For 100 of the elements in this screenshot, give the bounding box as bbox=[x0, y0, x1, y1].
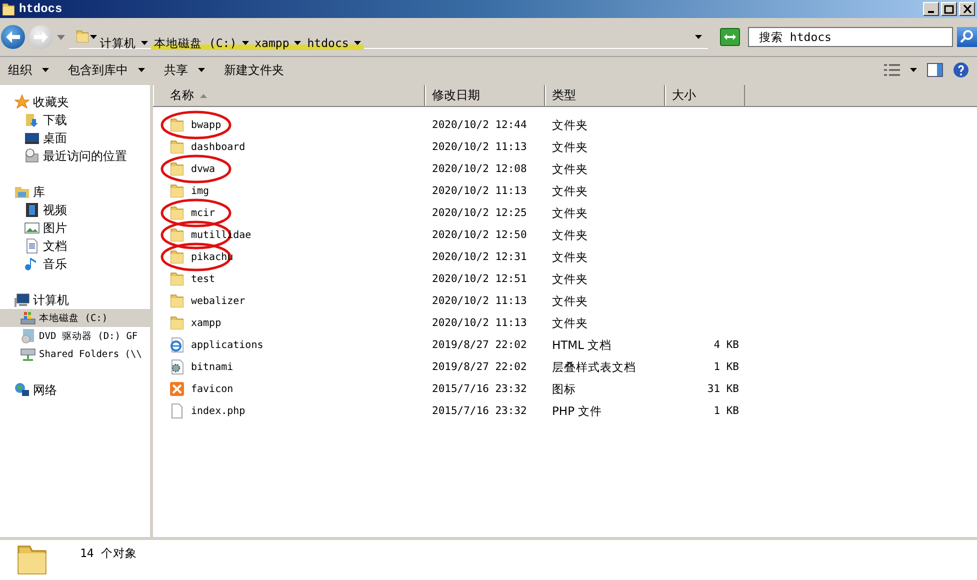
file-name[interactable]: bwapp bbox=[153, 117, 425, 133]
folder-icon bbox=[169, 161, 185, 177]
minimize-button[interactable] bbox=[923, 2, 939, 16]
sidebar-heading[interactable]: 收藏夹 bbox=[0, 93, 150, 111]
file-name[interactable]: bitnami bbox=[153, 359, 425, 375]
folder-icon bbox=[169, 271, 185, 287]
browser-document-icon bbox=[169, 337, 185, 353]
caret-icon bbox=[141, 41, 148, 45]
type-cell-text: 层叠样式表文档 bbox=[551, 360, 637, 374]
sidebar-heading[interactable]: 库 bbox=[0, 183, 150, 201]
back-button[interactable] bbox=[1, 25, 25, 49]
file-name[interactable]: test bbox=[153, 271, 425, 287]
column-header[interactable]: 名称 bbox=[153, 85, 425, 106]
refresh-button[interactable] bbox=[720, 28, 740, 46]
sidebar-item[interactable]: 文档 bbox=[0, 237, 150, 255]
date-cell-text: 2015/7/16 23:32 bbox=[431, 383, 528, 395]
folder-icon bbox=[169, 117, 185, 133]
download-folder-icon bbox=[24, 112, 40, 128]
file-name[interactable]: img bbox=[153, 183, 425, 199]
date-cell-text: 2020/10/2 12:31 bbox=[431, 251, 528, 263]
toolbar-button[interactable]: 组织 bbox=[8, 62, 68, 78]
folder-icon bbox=[169, 249, 185, 265]
type-cell-text: 文件夹 bbox=[551, 316, 589, 330]
file-name[interactable]: xampp bbox=[153, 315, 425, 331]
type-cell-text: 文件夹 bbox=[551, 250, 589, 264]
date-cell-text: 2019/8/27 22:02 bbox=[431, 361, 528, 373]
type-cell-text: 文件夹 bbox=[551, 162, 589, 176]
star-icon bbox=[14, 94, 30, 110]
toolbar-button[interactable]: 新建文件夹 bbox=[224, 62, 303, 78]
folder-icon bbox=[75, 29, 90, 44]
caret-icon bbox=[90, 34, 97, 38]
file-name[interactable]: applications bbox=[153, 337, 425, 353]
logo-icon bbox=[169, 381, 185, 397]
view-list-button[interactable] bbox=[884, 64, 900, 76]
column-header[interactable]: 大小 bbox=[665, 85, 745, 106]
size-cell-text: 31 KB bbox=[706, 383, 740, 395]
sidebar-item[interactable]: DVD 驱动器 (D:) GF bbox=[0, 327, 150, 345]
status-text: 14 个对象 bbox=[80, 546, 137, 561]
file-name[interactable]: index.php bbox=[153, 403, 425, 419]
refresh-arrows-icon bbox=[723, 32, 737, 42]
file-name[interactable]: dashboard bbox=[153, 139, 425, 155]
column-header[interactable]: 类型 bbox=[545, 85, 665, 106]
sidebar-item[interactable]: 桌面 bbox=[0, 129, 150, 147]
date-cell-text: 2020/10/2 11:13 bbox=[431, 141, 528, 153]
folder-icon bbox=[1, 2, 16, 16]
window-title: htdocs bbox=[19, 2, 64, 16]
sidebar-item[interactable]: 下载 bbox=[0, 111, 150, 129]
sidebar-item[interactable]: 图片 bbox=[0, 219, 150, 237]
type-cell-text: 图标 bbox=[551, 382, 577, 396]
date-cell-text: 2020/10/2 11:13 bbox=[431, 295, 528, 307]
sidebar-item[interactable]: 最近访问的位置 bbox=[0, 147, 150, 165]
close-button[interactable] bbox=[959, 2, 975, 16]
sidebar-heading[interactable]: 网络 bbox=[0, 381, 150, 399]
caret-icon bbox=[294, 41, 302, 45]
caret-icon bbox=[242, 41, 249, 45]
film-icon bbox=[24, 202, 40, 218]
type-cell-text: 文件夹 bbox=[551, 228, 589, 242]
file-name[interactable]: mcir bbox=[153, 205, 425, 221]
sidebar-item[interactable]: 音乐 bbox=[0, 255, 150, 273]
preview-pane-button[interactable] bbox=[927, 63, 943, 77]
caret-icon bbox=[354, 41, 361, 45]
blank-file-icon bbox=[169, 403, 185, 419]
search-icon bbox=[960, 28, 974, 42]
sidebar-item[interactable]: Shared Folders (\\ bbox=[0, 345, 150, 363]
breadcrumb[interactable]: 计算机 bbox=[97, 28, 151, 50]
size-cell-text: 1 KB bbox=[712, 405, 740, 417]
sidebar-heading[interactable]: 计算机 bbox=[0, 291, 150, 309]
picture-icon bbox=[24, 220, 40, 236]
view-list-icon bbox=[884, 64, 900, 76]
caret-icon bbox=[42, 68, 49, 72]
toolbar-button[interactable]: 共享 bbox=[164, 62, 224, 78]
column-header[interactable]: 修改日期 bbox=[425, 85, 545, 106]
file-name[interactable]: favicon bbox=[153, 381, 425, 397]
recent-places-icon bbox=[24, 148, 40, 164]
computer-icon bbox=[14, 292, 30, 308]
date-cell-text: 2020/10/2 11:13 bbox=[431, 317, 528, 329]
type-cell-text: 文件夹 bbox=[551, 272, 589, 286]
view-caret-button[interactable] bbox=[910, 68, 917, 72]
toolbar-button[interactable]: 包含到库中 bbox=[68, 62, 164, 78]
search-field[interactable]: 搜索 htdocs bbox=[748, 27, 953, 47]
date-cell-text: 2015/7/16 23:32 bbox=[431, 405, 528, 417]
globe-icon bbox=[14, 382, 30, 398]
folder-icon bbox=[169, 183, 185, 199]
type-cell-text: 文件夹 bbox=[551, 294, 589, 308]
help-button[interactable] bbox=[953, 62, 969, 78]
type-cell-text: PHP 文件 bbox=[551, 404, 604, 418]
library-folder-icon bbox=[14, 184, 30, 200]
sidebar-item[interactable]: 本地磁盘 (C:) bbox=[0, 309, 150, 327]
search-button[interactable] bbox=[957, 27, 977, 47]
date-cell-text: 2020/10/2 12:51 bbox=[431, 273, 528, 285]
history-caret-icon[interactable] bbox=[57, 34, 65, 40]
gear-document-icon bbox=[169, 359, 185, 375]
file-name[interactable]: dvwa bbox=[153, 161, 425, 177]
caret-icon bbox=[138, 68, 145, 72]
type-cell-text: 文件夹 bbox=[551, 140, 589, 154]
desktop-icon bbox=[24, 130, 40, 146]
sidebar-item[interactable]: 视频 bbox=[0, 201, 150, 219]
maximize-button[interactable] bbox=[941, 2, 957, 16]
file-name[interactable]: webalizer bbox=[153, 293, 425, 309]
folder-icon bbox=[169, 205, 185, 221]
